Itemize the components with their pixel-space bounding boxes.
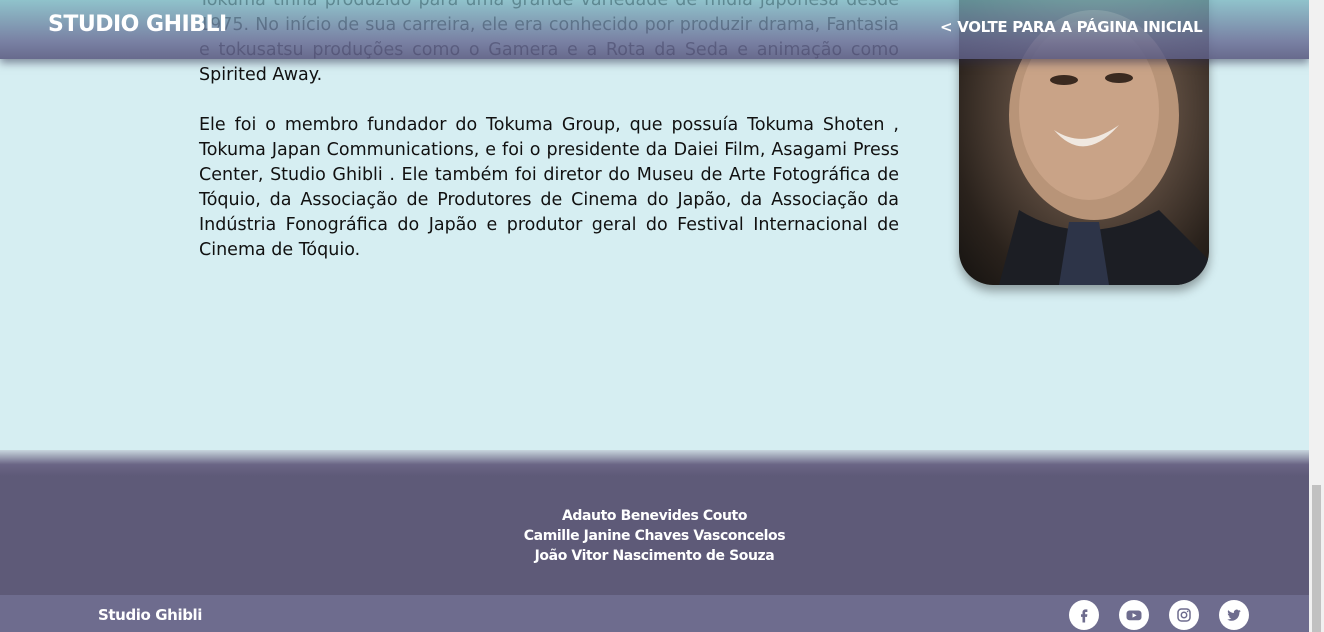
instagram-icon[interactable] [1169,600,1199,630]
site-header: STUDIO GHIBLI < VOLTE PARA A PÁGINA INIC… [0,0,1309,59]
back-to-home-link[interactable]: < VOLTE PARA A PÁGINA INICIAL [940,18,1203,36]
twitter-icon[interactable] [1219,600,1249,630]
credit-name: João Vitor Nascimento de Souza [534,548,775,564]
site-logo[interactable]: STUDIO GHIBLI [48,12,227,37]
facebook-icon[interactable] [1069,600,1099,630]
scrollbar-thumb[interactable] [1312,485,1321,632]
credit-name: Adauto Benevides Couto [561,508,748,524]
footer-bar: Studio Ghibli [0,595,1309,632]
footer-brand: Studio Ghibli [98,606,203,624]
article-paragraph-2: Ele foi o membro fundador do Tokuma Grou… [199,115,899,260]
credits-list: Adauto Benevides Couto Camille Janine Ch… [0,506,1309,566]
youtube-icon[interactable] [1119,600,1149,630]
credit-name: Camille Janine Chaves Vasconcelos [523,528,786,544]
vertical-scrollbar[interactable] [1309,0,1324,632]
footer-credits: Adauto Benevides Couto Camille Janine Ch… [0,450,1309,595]
page: Tokuma tinha produzido para uma grande v… [0,0,1309,632]
